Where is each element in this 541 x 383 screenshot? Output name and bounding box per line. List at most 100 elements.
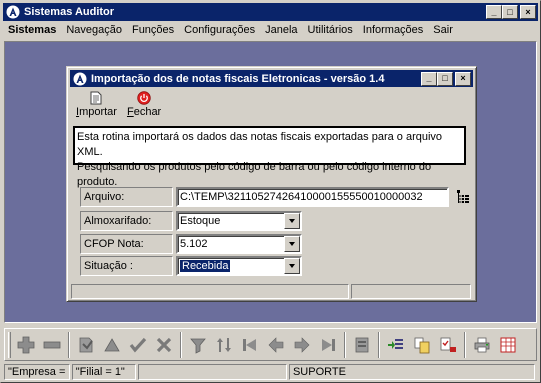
- menu-utilitarios[interactable]: Utilitários: [303, 24, 358, 36]
- menu-informacoes[interactable]: Informações: [358, 24, 429, 36]
- dialog-statusbar: [71, 284, 473, 299]
- report-icon: [355, 337, 369, 352]
- statusbar: "Empresa = 1" "Filial = 1" SUPORTE: [4, 364, 537, 380]
- spreadsheet-icon: [500, 337, 516, 352]
- dialog-titlebar[interactable]: Importação dos de notas fiscais Eletroni…: [70, 70, 473, 87]
- edit-record-button[interactable]: [74, 333, 98, 357]
- menu-sistemas[interactable]: Sistemas: [3, 24, 61, 36]
- status-empresa: "Empresa = 1": [4, 364, 70, 380]
- importar-label: Importar: [76, 106, 117, 118]
- cancel-button[interactable]: [152, 333, 176, 357]
- cfop-row: CFOP Nota: 5.102: [80, 234, 302, 254]
- dialog-logo-icon: [73, 72, 87, 85]
- arquivo-label: Arquivo:: [80, 187, 173, 207]
- last-record-button[interactable]: [316, 333, 340, 357]
- triangle-up-icon: [104, 337, 120, 351]
- list-import-button[interactable]: [384, 333, 408, 357]
- edit-icon: [79, 337, 93, 352]
- spreadsheet-button[interactable]: [496, 333, 520, 357]
- menu-janela[interactable]: Janela: [260, 24, 302, 36]
- chevron-down-icon[interactable]: [284, 213, 300, 229]
- file-tree-icon: [457, 190, 469, 203]
- dialog-status-panel-2: [351, 284, 471, 299]
- situacao-select[interactable]: Recebida: [176, 256, 302, 276]
- close-icon: ×: [525, 6, 531, 17]
- print-button[interactable]: [470, 333, 494, 357]
- situacao-value: Recebida: [180, 260, 231, 272]
- arrow-left-icon: [268, 336, 284, 353]
- chevron-down-icon[interactable]: [284, 236, 300, 252]
- menu-navegacao[interactable]: Navegação: [61, 24, 127, 36]
- toolbar-separator: [180, 331, 182, 358]
- sort-arrows-icon: [217, 337, 231, 352]
- app-title: Sistemas Auditor: [24, 6, 115, 18]
- x-icon: [156, 337, 172, 352]
- minus-icon: [43, 341, 61, 348]
- status-user: SUPORTE: [288, 364, 535, 380]
- power-icon: [137, 91, 151, 105]
- info-line-2: Pesquisando os produtos pelo código de b…: [77, 161, 432, 188]
- chevron-down-icon[interactable]: [284, 258, 300, 274]
- arrow-right-icon: [294, 336, 310, 353]
- filter-button[interactable]: [186, 333, 210, 357]
- sort-button[interactable]: [212, 333, 236, 357]
- fechar-button[interactable]: Fechar: [122, 90, 166, 120]
- maximize-button[interactable]: □: [502, 5, 518, 19]
- fechar-label: Fechar: [126, 106, 162, 118]
- status-blank: [137, 364, 287, 380]
- checkmark-icon: [129, 337, 147, 352]
- maximize-icon: □: [507, 6, 513, 17]
- dialog-status-panel-1: [71, 284, 349, 299]
- checklist-button[interactable]: [436, 333, 460, 357]
- dialog-minimize-button[interactable]: _: [421, 71, 437, 86]
- arquivo-row: Arquivo: C:\TEMP\32110527426410000155550…: [80, 187, 472, 207]
- close-icon: ×: [460, 73, 466, 83]
- browse-file-button[interactable]: [454, 187, 472, 207]
- main-titlebar[interactable]: Sistemas Auditor _ □ ×: [3, 3, 538, 21]
- info-line-1: Esta rotina importará os dados das notas…: [77, 131, 443, 158]
- app-logo-icon: [6, 5, 20, 19]
- cfop-value: 5.102: [180, 238, 208, 250]
- toolbar-separator: [464, 331, 466, 358]
- first-record-button[interactable]: [238, 333, 262, 357]
- confirm-button[interactable]: [126, 333, 150, 357]
- dialog-maximize-button[interactable]: □: [437, 71, 453, 86]
- toolbar-separator: [68, 331, 70, 358]
- maximize-icon: □: [442, 73, 448, 83]
- menu-funcoes[interactable]: Funções: [127, 24, 179, 36]
- documents-icon: [414, 337, 430, 353]
- move-up-button[interactable]: [100, 333, 124, 357]
- minimize-button[interactable]: _: [486, 5, 502, 19]
- list-arrow-icon: [388, 338, 403, 349]
- documents-button[interactable]: [410, 333, 434, 357]
- arquivo-input[interactable]: C:\TEMP\32110527426410000155550010000032: [176, 187, 449, 207]
- almoxarifado-label: Almoxarifado:: [80, 211, 173, 231]
- checklist-icon: [440, 337, 456, 352]
- delete-record-button[interactable]: [40, 333, 64, 357]
- status-filial: "Filial = 1": [71, 364, 136, 380]
- toolbar-separator: [378, 331, 380, 358]
- menubar: Sistemas Navegação Funções Configurações…: [3, 21, 538, 39]
- dialog-close-button[interactable]: ×: [455, 71, 471, 86]
- skip-last-icon: [322, 338, 335, 351]
- almoxarifado-row: Almoxarifado: Estoque: [80, 211, 302, 231]
- importar-button[interactable]: Importar: [71, 90, 122, 120]
- menu-configuracoes[interactable]: Configurações: [179, 24, 260, 36]
- cfop-select[interactable]: 5.102: [176, 234, 302, 254]
- situacao-label: Situação :: [80, 256, 173, 276]
- minimize-icon: _: [491, 6, 497, 17]
- printer-icon: [474, 337, 490, 352]
- funnel-icon: [190, 338, 206, 354]
- add-record-button[interactable]: [14, 333, 38, 357]
- document-icon: [90, 91, 102, 105]
- close-button[interactable]: ×: [520, 5, 536, 19]
- next-record-button[interactable]: [290, 333, 314, 357]
- report-button[interactable]: [350, 333, 374, 357]
- almoxarifado-select[interactable]: Estoque: [176, 211, 302, 231]
- dialog-title: Importação dos de notas fiscais Eletroni…: [91, 72, 385, 85]
- menu-sair[interactable]: Sair: [428, 24, 458, 36]
- toolbar-grip[interactable]: [8, 331, 11, 358]
- previous-record-button[interactable]: [264, 333, 288, 357]
- navigation-toolbar: [4, 328, 537, 361]
- toolbar-separator: [344, 331, 346, 358]
